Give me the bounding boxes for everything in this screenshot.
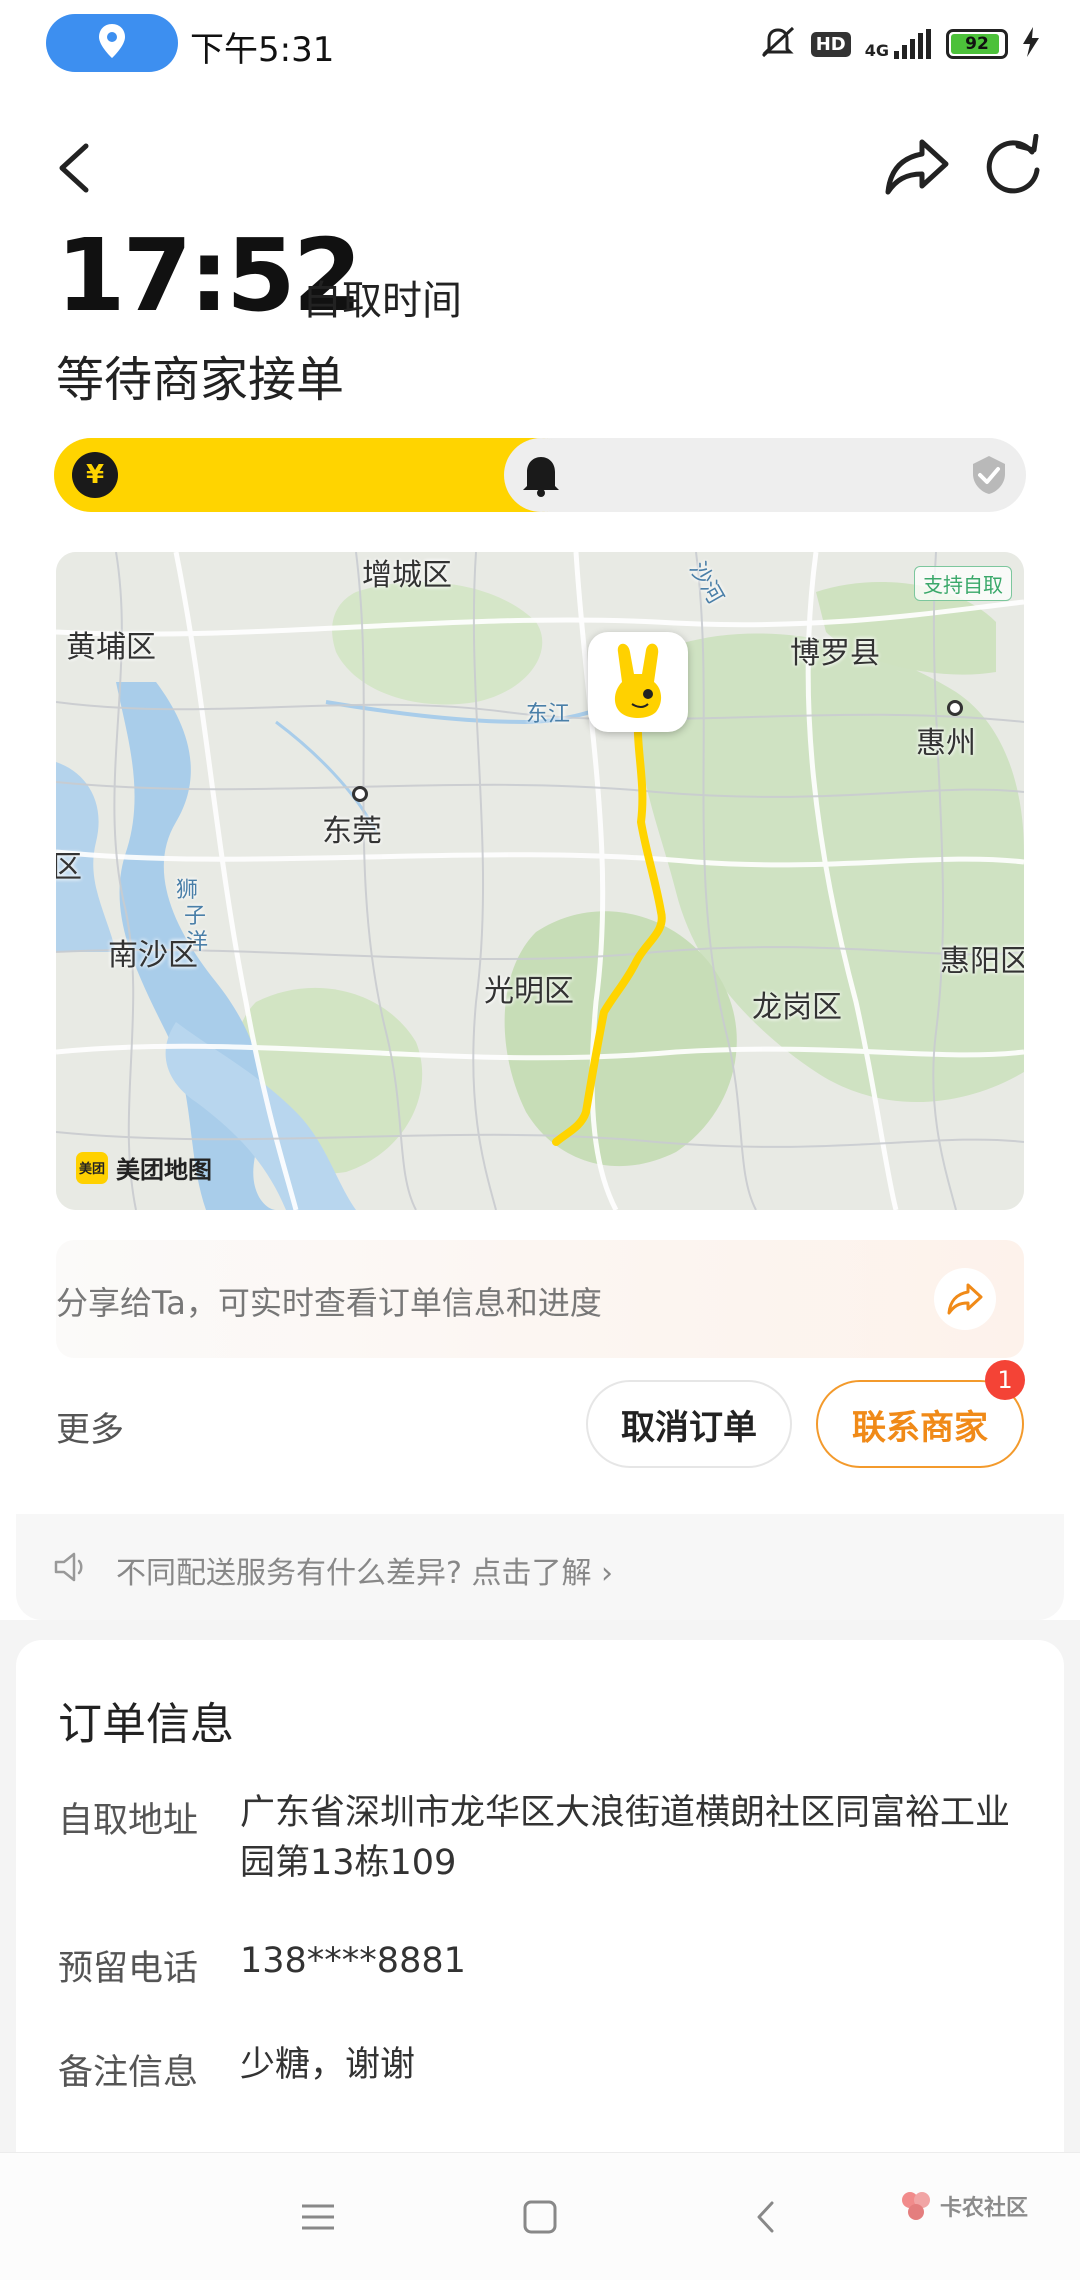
reserved-phone: 138****8881 (240, 1941, 466, 1981)
map-label-zengcheng: 增城区 (362, 558, 452, 593)
map-label-huizhou: 惠州 (916, 726, 976, 761)
map-label-boluo: 博罗县 (790, 636, 880, 671)
location-pin-icon (98, 23, 126, 63)
status-icons: HD 4G 92 (759, 20, 1040, 68)
share-progress-text: 分享给Ta，可实时查看订单信息和进度 (56, 1284, 602, 1322)
refresh-button[interactable] (982, 133, 1044, 200)
pickup-time-label: 自取时间 (302, 278, 462, 324)
map-brand-label: 美团地图 (116, 1156, 212, 1184)
charging-icon (1022, 27, 1040, 61)
network-type: 4G (864, 41, 889, 60)
watermark-text: 卡农社区 (940, 2196, 1029, 2221)
delivery-tips-text: 不同配送服务有什么差异? 点击了解 › (116, 1548, 613, 1592)
map-label-longgang: 龙岗区 (752, 990, 842, 1025)
map-dot-huizhou (947, 700, 963, 716)
yen-icon: ¥ (72, 452, 118, 498)
map-label-nansha: 南沙区 (108, 938, 198, 973)
back-button[interactable] (52, 138, 102, 198)
pickup-address: 广东省深圳市龙华区大浪街道横朗社区同富裕工业园第13栋109 (240, 1793, 1011, 1883)
order-info-card: 订单信息 自取地址 广东省深圳市龙华区大浪街道横朗社区同富裕工业园第13栋109… (16, 1640, 1064, 2160)
info-label: 自取地址 (58, 1801, 199, 1841)
step-paid: ¥ (58, 438, 132, 512)
map-label-dongguan: 东莞 (322, 814, 382, 849)
signal-icon: 4G (865, 29, 932, 59)
merchant-mascot-icon[interactable] (588, 632, 688, 732)
map-label-guangming: 光明区 (484, 974, 574, 1009)
order-note: 少糖，谢谢 (240, 2045, 416, 2085)
check-shield-icon (973, 456, 1005, 494)
map-label-huiyang: 惠阳区 (940, 944, 1024, 979)
chevron-left-icon (59, 143, 89, 193)
map-label-edge: 区 (56, 850, 82, 885)
map-label-huangpu: 黄埔区 (66, 630, 156, 665)
mute-vibrate-icon (759, 25, 797, 63)
location-pill[interactable] (46, 14, 178, 72)
pickup-support-tag: 支持自取 (914, 566, 1012, 601)
home-square-icon (523, 2200, 557, 2234)
contact-badge: 1 (985, 1360, 1025, 1400)
refresh-icon (986, 133, 1040, 194)
nav-menu-button[interactable] (290, 2189, 346, 2245)
hd-badge: HD (810, 31, 851, 57)
speaker-icon (52, 1550, 88, 1588)
more-link[interactable]: 更多 (56, 1402, 124, 1451)
status-bar: 下午5:31 HD 4G 92 (0, 0, 1080, 100)
watermark-logo-icon (902, 2192, 930, 2220)
menu-icon (302, 2204, 334, 2230)
share-button[interactable] (884, 136, 950, 198)
chevron-right-icon: › (601, 1556, 614, 1591)
nav-back-button[interactable] (738, 2189, 794, 2245)
battery-level: 92 (965, 34, 989, 54)
share-progress-button[interactable] (934, 1268, 996, 1330)
info-label: 预留电话 (58, 1949, 199, 1989)
meituan-logo-icon: 美团 (76, 1151, 108, 1184)
progress-fill (54, 438, 577, 512)
share-progress-bar[interactable]: 分享给Ta，可实时查看订单信息和进度 (56, 1240, 1024, 1358)
delivery-tips-bar[interactable]: 不同配送服务有什么差异? 点击了解 › (16, 1514, 1064, 1620)
order-map[interactable]: 支持自取 增城区 黄埔区 博罗县 惠州 东莞 区 东江 沙河 狮 子 洋 南沙区… (56, 552, 1024, 1210)
order-info-title: 订单信息 (58, 1699, 234, 1750)
step-done (952, 438, 1026, 512)
status-time: 下午5:31 (190, 30, 335, 70)
bell-icon (523, 457, 559, 497)
step-notified (504, 438, 578, 512)
map-brand: 美团 美团地图 (76, 1150, 212, 1185)
map-label-dongjiang: 东江 (526, 702, 571, 727)
order-status: 等待商家接单 (56, 352, 345, 408)
map-dot-dongguan (352, 786, 368, 802)
delivery-tips-label: 不同配送服务有什么差异? 点击了解 (116, 1556, 592, 1591)
watermark: 卡农社区 (898, 2188, 1028, 2224)
share-arrow-icon (947, 1283, 983, 1315)
info-label: 备注信息 (58, 2053, 199, 2093)
nav-back-icon (757, 2201, 774, 2233)
battery-icon: 92 (946, 29, 1008, 59)
share-arrow-icon (885, 139, 949, 195)
cancel-order-button[interactable]: 取消订单 (586, 1380, 792, 1468)
nav-home-button[interactable] (512, 2189, 568, 2245)
